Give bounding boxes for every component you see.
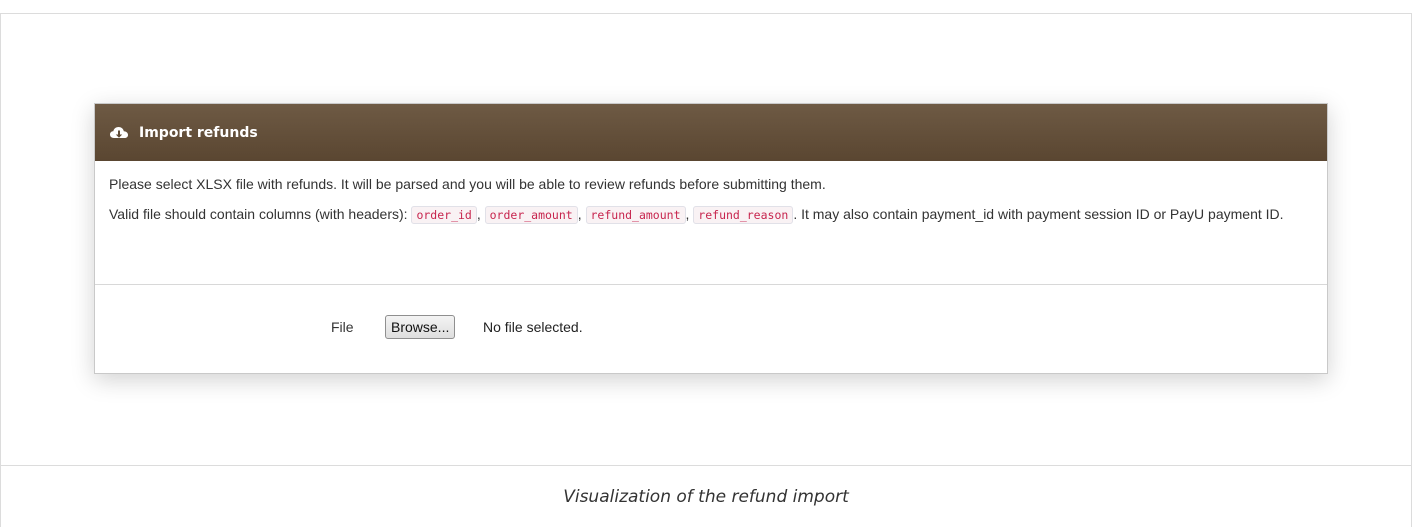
description-line-2: Valid file should contain columns (with … [109,203,1313,226]
column-code-order-amount: order_amount [484,206,578,224]
description-suffix: . It may also contain payment_id with pa… [793,206,1284,222]
figure-body: Import refunds Please select XLSX file w… [1,14,1411,466]
panel-title: Import refunds [139,124,258,141]
panel-description: Please select XLSX file with refunds. It… [95,161,1327,285]
column-code-order-id: order_id [411,206,477,224]
figure-caption: Visualization of the refund import [563,487,849,507]
separator: , [577,206,586,222]
description-prefix: Valid file should contain columns (with … [109,206,412,222]
panel-header: Import refunds [95,104,1327,161]
column-code-refund-reason: refund_reason [693,206,794,224]
description-line-1: Please select XLSX file with refunds. It… [109,176,826,192]
file-label: File [331,319,354,335]
figure-frame: Import refunds Please select XLSX file w… [0,13,1412,527]
import-refunds-panel: Import refunds Please select XLSX file w… [94,103,1328,374]
separator: , [476,206,485,222]
file-status-text: No file selected. [483,319,583,335]
browse-button[interactable]: Browse... [385,315,456,339]
column-code-refund-amount: refund_amount [585,206,686,224]
cloud-download-icon [109,125,129,141]
file-form-row: File Browse... No file selected. [95,285,1327,373]
